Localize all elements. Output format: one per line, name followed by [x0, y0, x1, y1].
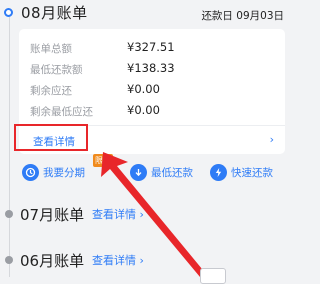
- cursor-icon: [200, 268, 226, 284]
- annotation-arrow: [101, 152, 207, 277]
